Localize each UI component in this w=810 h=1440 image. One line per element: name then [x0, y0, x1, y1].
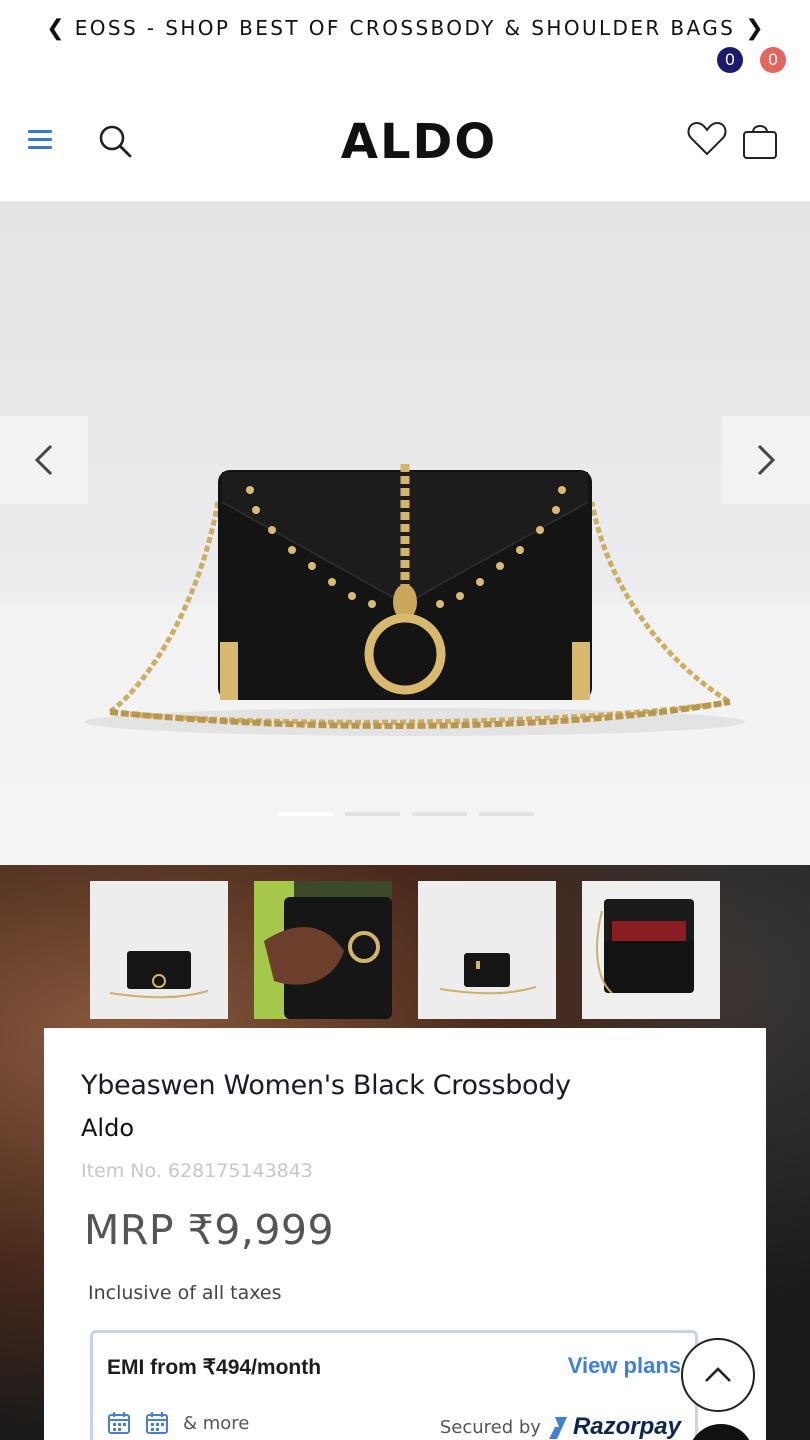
view-plans-link[interactable]: View plans: [568, 1353, 681, 1379]
razorpay-logo-icon: [548, 1417, 567, 1439]
calendar-icon: [108, 1412, 130, 1434]
product-image-carousel[interactable]: [0, 202, 810, 865]
search-icon[interactable]: [98, 124, 132, 158]
aldo-logo[interactable]: ALDO: [316, 114, 522, 166]
site-header: ALDO: [0, 56, 810, 202]
shopping-bag-icon[interactable]: [740, 118, 780, 160]
item-number: Item No. 628175143843: [81, 1160, 313, 1182]
carousel-dot[interactable]: [412, 812, 467, 816]
product-price: MRP ₹9,999: [84, 1206, 335, 1254]
carousel-indicators: [278, 812, 534, 816]
thumbnail-in-hand-view[interactable]: [254, 881, 392, 1019]
emi-widget: EMI from ₹494/month View plans & more Se…: [90, 1330, 698, 1440]
thumbnail-front-view[interactable]: [90, 881, 228, 1019]
wishlist-heart-icon[interactable]: [686, 118, 728, 158]
secured-by-label: Secured by: [439, 1416, 541, 1438]
emi-text: EMI from ₹494/month: [107, 1356, 322, 1379]
product-main-image: [85, 464, 745, 736]
bag-count-badge: 0: [760, 47, 786, 73]
announcement-text[interactable]: EOSS - SHOP BEST OF CROSSBODY & SHOULDER…: [75, 16, 736, 40]
carousel-dot[interactable]: [345, 812, 400, 816]
razorpay-name: Razorpay: [572, 1413, 681, 1440]
secured-by-razorpay: Secured by Razorpay: [440, 1413, 681, 1440]
product-title: Ybeaswen Women's Black Crossbody: [81, 1070, 571, 1101]
tax-note: Inclusive of all taxes: [88, 1282, 282, 1304]
product-brand[interactable]: Aldo: [81, 1114, 134, 1142]
chevron-left-icon[interactable]: ❮: [46, 16, 64, 41]
carousel-prev-button[interactable]: [0, 416, 88, 504]
chevron-right-icon[interactable]: ❯: [745, 16, 763, 41]
carousel-dot[interactable]: [479, 812, 534, 816]
carousel-dot[interactable]: [278, 812, 333, 816]
hamburger-menu-icon[interactable]: [28, 130, 52, 150]
chevron-up-icon: [705, 1367, 731, 1382]
announcement-bar[interactable]: ❮ EOSS - SHOP BEST OF CROSSBODY & SHOULD…: [0, 0, 810, 56]
chevron-left-icon: [34, 444, 53, 476]
emi-options: & more: [107, 1411, 249, 1435]
scroll-to-top-button[interactable]: [681, 1338, 755, 1412]
chevron-right-icon: [757, 444, 776, 476]
emi-more-text: & more: [183, 1412, 250, 1434]
thumbnail-strip: [90, 881, 720, 1019]
thumbnail-side-view[interactable]: [418, 881, 556, 1019]
wishlist-count-badge: 0: [717, 47, 743, 73]
calendar-icon: [146, 1412, 168, 1434]
carousel-next-button[interactable]: [722, 416, 810, 504]
product-info-card: Ybeaswen Women's Black Crossbody Aldo It…: [44, 1028, 766, 1440]
logo-text: ALDO: [341, 114, 497, 166]
thumbnail-open-interior-view[interactable]: [582, 881, 720, 1019]
